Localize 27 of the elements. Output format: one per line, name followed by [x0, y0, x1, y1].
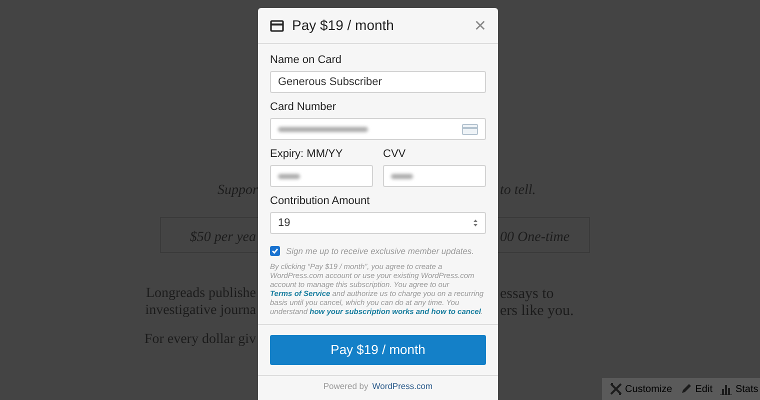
spinner-icon[interactable] — [473, 219, 478, 227]
input-field[interactable] — [270, 165, 373, 187]
modal-title: Pay $19 / month — [292, 16, 394, 35]
blurred-value — [278, 174, 300, 178]
bar-chart-icon — [720, 383, 732, 395]
field-label: CVV — [383, 148, 406, 160]
input-field[interactable] — [270, 118, 486, 140]
field-label: Expiry: MM/YY — [270, 148, 343, 160]
toolbar-link[interactable]: Customize — [610, 382, 672, 396]
toolbar-link[interactable]: Stats — [720, 382, 758, 396]
field-label: Contribution Amount — [270, 195, 370, 207]
field-label: Name on Card — [270, 54, 342, 66]
footer-text: Powered by — [323, 380, 368, 392]
footer-link[interactable]: WordPress.com — [372, 380, 433, 392]
close-button[interactable]: × — [474, 16, 486, 36]
pencil-icon — [680, 383, 692, 395]
input-field[interactable]: 19 — [270, 212, 486, 234]
blurred-value — [391, 174, 413, 178]
checkbox[interactable] — [270, 246, 280, 256]
toolbar-link[interactable]: Edit — [680, 382, 712, 396]
credit-card-icon — [462, 124, 478, 134]
input-field[interactable]: Generous Subscriber — [270, 71, 486, 93]
field-label: Card Number — [270, 101, 336, 113]
input-field[interactable] — [383, 165, 486, 187]
card-icon — [270, 20, 284, 32]
checkbox-label: Sign me up to receive exclusive member updates. — [286, 245, 474, 258]
pay-button[interactable]: Pay $19 / month — [270, 334, 486, 365]
